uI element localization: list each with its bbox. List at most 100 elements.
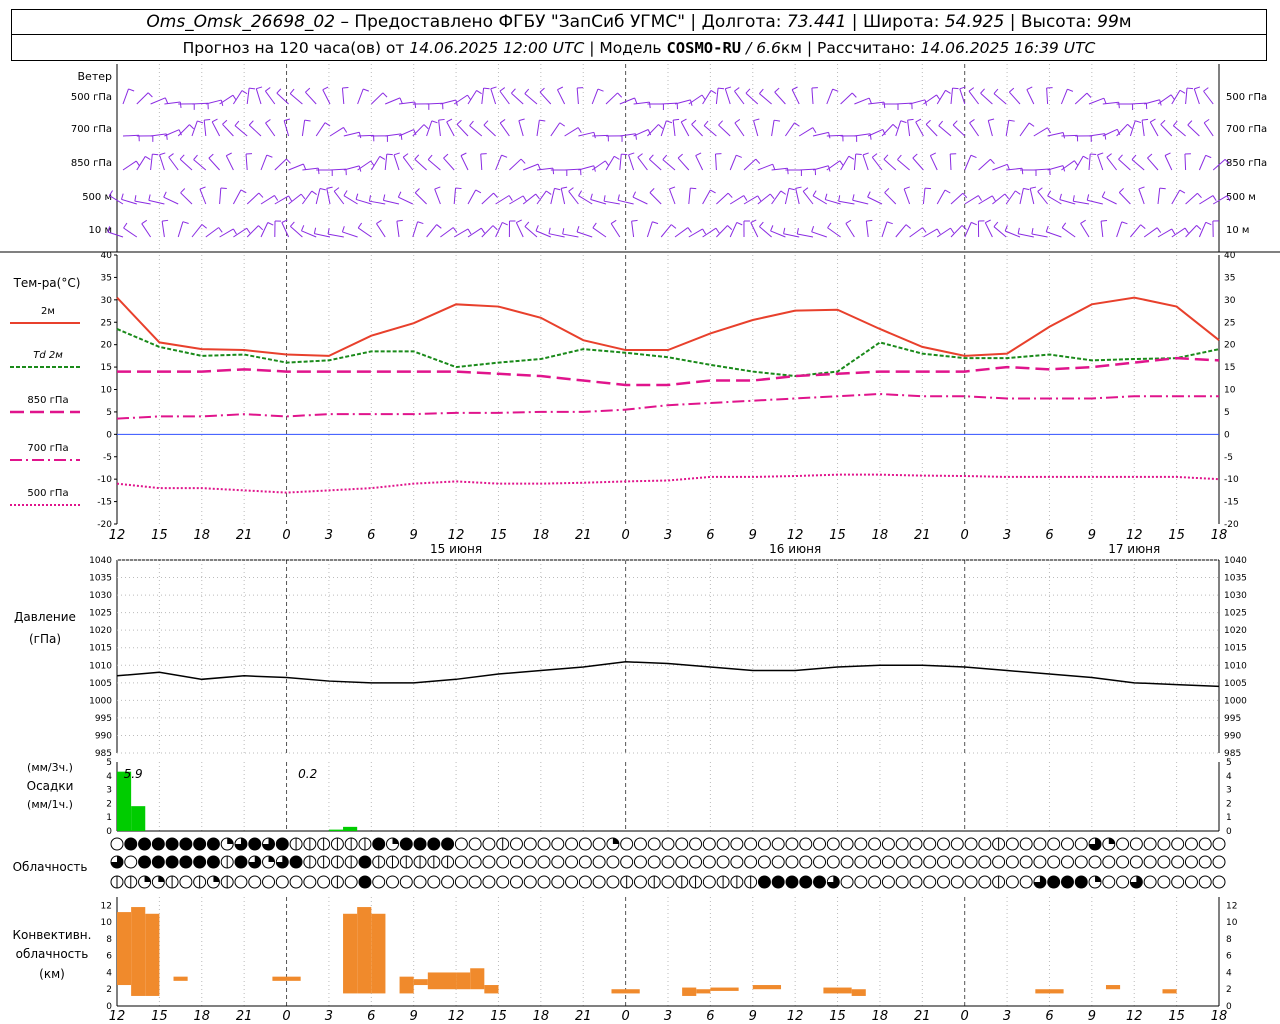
- wind-barb-shaft: [984, 222, 993, 238]
- wind-barb-flag: [427, 154, 433, 160]
- wind-barb-flag: [610, 219, 617, 224]
- wind-barb-shaft: [578, 131, 595, 137]
- wind-barb-flag: [1061, 222, 1067, 228]
- wind-barb-shaft: [811, 88, 814, 105]
- wind-barb-flag: [977, 195, 982, 201]
- wind-barb-flag: [970, 154, 977, 158]
- wind-barb-flag: [289, 88, 295, 94]
- wind-barb-shaft: [161, 221, 165, 238]
- wind-barb-shaft: [826, 134, 843, 137]
- cloud-circle: [923, 837, 937, 851]
- precip-ytick-label: 0: [106, 827, 112, 837]
- wind-barb-flag: [811, 225, 815, 232]
- wind-barb-flag: [469, 120, 474, 126]
- wind-barb-flag: [276, 88, 282, 94]
- cloud-circle: [840, 837, 854, 851]
- conv-bar: [399, 976, 414, 994]
- wind-barb-shaft: [315, 188, 321, 205]
- wind-barb-shaft: [923, 228, 938, 238]
- cloud-circle: [1074, 855, 1088, 869]
- wind-barb-flag: [333, 187, 340, 192]
- cloud-circle: [1060, 837, 1074, 851]
- wind-barb-shaft: [1061, 134, 1078, 137]
- wind-barb-shaft: [968, 90, 979, 105]
- wind-barb-shaft: [301, 120, 306, 137]
- wind-barb-shaft: [578, 165, 594, 171]
- wind-barb-shaft: [1060, 88, 1068, 105]
- cloud-circle: [1129, 855, 1143, 869]
- cloud-circle: [757, 875, 771, 889]
- wind-barb-shaft: [619, 97, 635, 105]
- wind-barb-flag: [848, 155, 855, 160]
- wind-barb-shaft: [884, 192, 897, 205]
- wind-barb-shaft: [1160, 124, 1173, 137]
- wind-barb-shaft: [672, 120, 676, 137]
- wind-barb-shaft: [150, 154, 153, 171]
- cloud-circle: [206, 837, 220, 851]
- wind-barb-flag: [690, 187, 697, 190]
- wind-barb-flag: [671, 224, 677, 229]
- wind-barb-flag: [123, 222, 128, 229]
- cloud-circle: [1184, 837, 1198, 851]
- cloud-circle: [592, 875, 606, 889]
- temp-ytick-label: 40: [101, 251, 113, 261]
- wind-barb-shaft: [1116, 221, 1123, 238]
- cloud-circle: [716, 855, 730, 869]
- wind-barb-shaft: [1118, 158, 1131, 171]
- cloud-circle: [964, 855, 978, 869]
- wind-barb-shaft: [191, 102, 209, 105]
- temp-xtick-label: 15: [151, 528, 168, 543]
- wind-barb-flag: [1172, 120, 1178, 127]
- wind-barb-shaft: [865, 221, 869, 238]
- cloud-circle: [509, 855, 523, 869]
- wind-barb-shaft: [724, 88, 731, 105]
- temp-ytick-label-right: -5: [1224, 453, 1233, 463]
- wind-barb-flag: [218, 227, 223, 233]
- wind-barb-flag: [492, 225, 498, 231]
- cloud-circle: [826, 837, 840, 851]
- temp-xtick-label: 15: [829, 528, 846, 543]
- cloud-circle: [1212, 855, 1226, 869]
- wind-barb-flag: [839, 160, 844, 166]
- wind-barb-flag: [903, 186, 910, 190]
- wind-barb-shaft: [1164, 155, 1173, 171]
- wind-barb-flag: [827, 222, 832, 229]
- cloud-circle: [675, 855, 689, 869]
- cloud-circle: [179, 837, 193, 851]
- wind-barb-flag: [936, 228, 941, 235]
- wind-barb-flag: [824, 193, 828, 200]
- conv-bar: [1162, 989, 1177, 994]
- conv-xtick-label: 3: [1003, 1009, 1011, 1024]
- precip-ytick-label-right: 2: [1226, 799, 1232, 809]
- wind-barb-shaft: [264, 90, 276, 105]
- temp-xtick-label: 15: [490, 528, 507, 543]
- wind-barb-flag: [851, 92, 857, 98]
- pressure-ytick-label-right: 1035: [1224, 574, 1247, 584]
- wind-barb-shaft: [660, 224, 672, 238]
- conv-bar: [145, 913, 160, 996]
- wind-barb-flag: [993, 88, 999, 94]
- wind-barb-shaft: [980, 92, 993, 105]
- wind-barb-flag: [1059, 193, 1062, 200]
- temp-xtick-label: 6: [367, 528, 375, 543]
- cloud-circle: [702, 875, 716, 889]
- temp-xtick-label: 0: [282, 528, 290, 543]
- wind-barb-flag: [1086, 92, 1092, 98]
- wind-barb-shaft: [1074, 92, 1088, 105]
- wind-barb-flag: [727, 225, 733, 231]
- cloud-circle: [757, 837, 771, 851]
- wind-barb-shaft: [225, 155, 234, 171]
- wind-barb-flag: [750, 219, 757, 224]
- wind-barb-shaft: [535, 230, 551, 238]
- cloud-circle: [413, 837, 427, 851]
- conv-bar: [173, 976, 188, 981]
- wind-barb-flag: [265, 119, 271, 124]
- cloud-circle: [110, 837, 124, 851]
- wind-barb-flag: [1074, 160, 1079, 166]
- wind-barb-shaft: [1193, 88, 1200, 105]
- cloud-circle: [1033, 855, 1047, 869]
- cloud-circle: [1198, 875, 1212, 889]
- wind-barb-shaft: [355, 198, 372, 205]
- conv-ytick-label-right: 8: [1226, 935, 1232, 945]
- cloud-circle: [1116, 855, 1130, 869]
